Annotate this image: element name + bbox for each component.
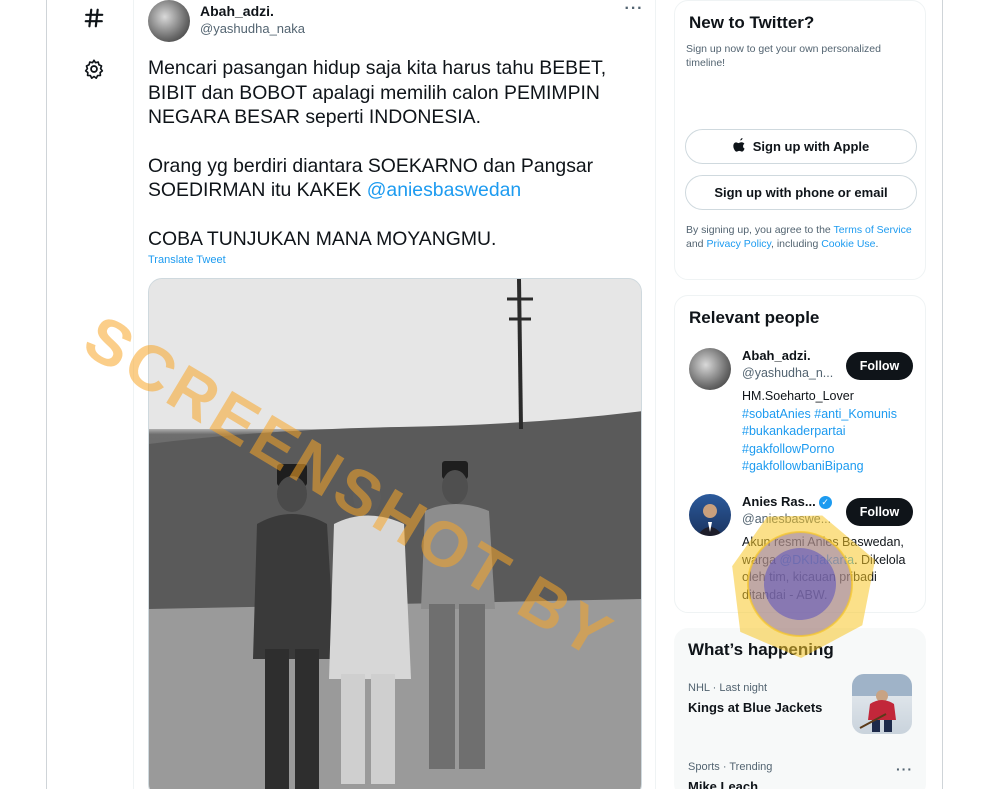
tweet-paragraph-2: Orang yg berdiri diantara SOEKARNO dan P… [148, 154, 643, 203]
tweet-photo[interactable] [148, 278, 642, 789]
privacy-link[interactable]: Privacy Policy [706, 238, 771, 250]
photo-scene [149, 279, 641, 789]
trend-item[interactable]: Sports · Trending Mike Leach ··· [688, 761, 914, 789]
tweet-column: Abah_adzi. @yashudha_naka ··· Mencari pa… [133, 0, 656, 789]
signup-subtitle: Sign up now to get your own personalized… [686, 43, 881, 69]
signup-legal-text: By signing up, you agree to the Terms of… [686, 223, 914, 251]
follow-button[interactable]: Follow [846, 352, 913, 380]
person-handle[interactable]: @aniesbaswe... [742, 512, 831, 526]
signup-card: New to Twitter? Sign up now to get your … [674, 0, 926, 280]
tweet-paragraph-1: Mencari pasangan hidup saja kita harus t… [148, 57, 607, 129]
signup-phone-button[interactable]: Sign up with phone or email [685, 175, 917, 210]
relevant-people-card: Relevant people Abah_adzi. @yashudha_n..… [674, 295, 926, 613]
person-name-row[interactable]: Anies Ras... ✓ [742, 494, 832, 510]
verified-badge-icon: ✓ [818, 496, 832, 510]
legal-including: , including [771, 238, 822, 250]
whats-happening-card: What’s happening NHL · Last night Kings … [674, 628, 926, 789]
person-item[interactable]: Abah_adzi. @yashudha_n... Follow HM.Soeh… [689, 348, 919, 478]
legal-end: . [875, 238, 879, 250]
cookie-link[interactable]: Cookie Use [821, 238, 875, 250]
translate-tweet-link[interactable]: Translate Tweet [148, 254, 226, 266]
author-name[interactable]: Abah_adzi. [200, 3, 274, 19]
tweet-paragraph-3: COBA TUNJUKAN MANA MOYANGMU. [148, 227, 497, 250]
relevant-people-title: Relevant people [689, 308, 820, 327]
page-border-right [942, 0, 943, 789]
author-handle[interactable]: @yashudha_naka [200, 21, 305, 36]
avatar[interactable] [689, 348, 731, 390]
signup-title: New to Twitter? [689, 13, 815, 32]
person-bio: Akun resmi Anies Baswedan, warga @DKIJak… [742, 534, 922, 604]
bio-hashtags[interactable]: #sobatAnies #anti_Komunis #bukankaderpar… [742, 406, 922, 476]
apple-icon [733, 137, 747, 156]
tweet-text: Mencari pasangan hidup saja kita harus t… [148, 56, 643, 276]
signup-apple-button[interactable]: Sign up with Apple [685, 129, 917, 164]
trend-item[interactable]: NHL · Last night Kings at Blue Jackets [688, 674, 914, 734]
person-name[interactable]: Abah_adzi. [742, 348, 811, 363]
signup-phone-label: Sign up with phone or email [714, 185, 888, 200]
mention-link[interactable]: @aniesbaswedan [367, 179, 521, 201]
legal-prefix: By signing up, you agree to the [686, 224, 834, 236]
person-handle[interactable]: @yashudha_n... [742, 366, 833, 380]
whats-happening-title: What’s happening [688, 640, 834, 659]
more-options-button[interactable]: ··· [622, 0, 646, 20]
trend-meta: Sports · Trending [688, 761, 773, 773]
follow-button[interactable]: Follow [846, 498, 913, 526]
gear-icon[interactable] [76, 51, 112, 87]
person-bio: HM.Soeharto_Lover #sobatAnies #anti_Komu… [742, 388, 922, 476]
bio-text: HM.Soeharto_Lover [742, 389, 854, 403]
hashtag-icon[interactable] [76, 0, 112, 36]
bio-mention-link[interactable]: @DKIJakarta [780, 553, 855, 567]
page-border-left [46, 0, 47, 789]
person-item[interactable]: Anies Ras... ✓ @aniesbaswe... Follow Akun… [689, 494, 919, 604]
trend-image [852, 674, 912, 734]
person-name[interactable]: Anies Ras... [742, 494, 816, 509]
author-avatar[interactable] [148, 0, 190, 42]
avatar[interactable] [689, 494, 731, 536]
trend-more-button[interactable]: ··· [896, 761, 913, 777]
signup-apple-label: Sign up with Apple [752, 139, 870, 154]
trend-title: Mike Leach [688, 779, 759, 789]
terms-link[interactable]: Terms of Service [834, 224, 912, 236]
legal-and: and [686, 238, 707, 250]
